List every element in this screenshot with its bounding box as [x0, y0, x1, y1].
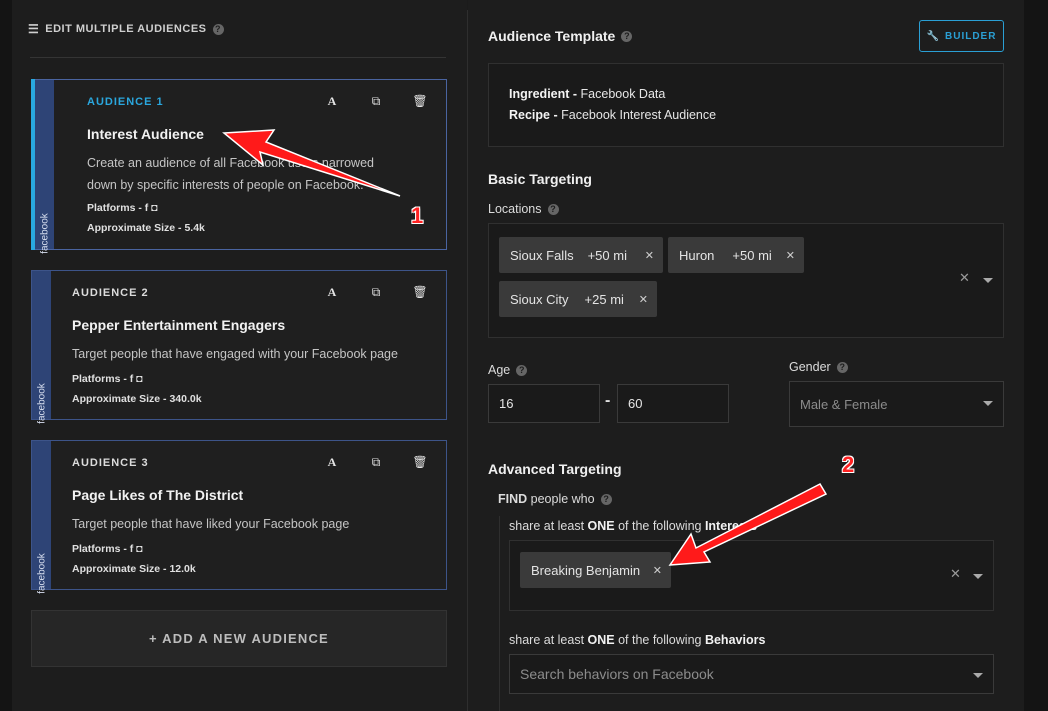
audience-platforms: Platforms - f ◘: [87, 202, 158, 214]
remove-icon[interactable]: ✕: [639, 293, 648, 306]
remove-icon[interactable]: ✕: [645, 249, 654, 262]
gender-select[interactable]: Male & Female: [789, 381, 1004, 427]
audience-number: AUDIENCE 3: [72, 457, 149, 469]
right-edge: [1024, 0, 1048, 711]
chevron-down-icon[interactable]: [983, 278, 993, 283]
copy-icon[interactable]: ⧉: [368, 285, 384, 300]
help-icon[interactable]: ?: [600, 493, 612, 505]
location-chip: Huron +50 mi ✕: [668, 237, 804, 273]
help-icon[interactable]: ?: [547, 203, 559, 215]
builder-button[interactable]: 🔧 BUILDER: [919, 20, 1004, 52]
list-icon: ☰: [28, 22, 40, 36]
template-title: Audience Template ?: [488, 28, 633, 44]
advanced-targeting-title: Advanced Targeting: [488, 461, 622, 477]
platform-strip: facebook: [35, 80, 54, 254]
audience-size: Approximate Size - 12.0k: [72, 563, 196, 575]
remove-icon[interactable]: ✕: [786, 249, 795, 262]
annotation-label-2: 2: [842, 452, 855, 477]
copy-icon[interactable]: ⧉: [368, 94, 384, 109]
rename-icon[interactable]: A: [324, 285, 340, 300]
left-header: ☰ EDIT MULTIPLE AUDIENCES ?: [28, 22, 224, 36]
platform-strip: facebook: [32, 271, 51, 424]
clear-icon[interactable]: ✕: [950, 566, 961, 582]
chevron-down-icon[interactable]: [983, 401, 993, 406]
copy-icon[interactable]: ⧉: [368, 455, 384, 470]
audience-platforms: Platforms - f ◘: [72, 373, 143, 385]
chevron-down-icon[interactable]: [973, 574, 983, 579]
audience-number: AUDIENCE 1: [87, 96, 164, 108]
trash-icon[interactable]: 🗑: [412, 94, 428, 109]
audience-description: Target people that have engaged with you…: [72, 347, 398, 361]
age-separator: -: [605, 392, 611, 409]
audience-card-2[interactable]: facebook AUDIENCE 2 Pepper Entertainment…: [31, 270, 447, 424]
ingredient-line: Ingredient - Facebook Data: [509, 87, 666, 101]
behaviors-search-input[interactable]: Search behaviors on Facebook: [509, 654, 994, 694]
audience-title: Pepper Entertainment Engagers: [72, 317, 286, 333]
interest-chip: Breaking Benjamin ✕: [520, 552, 671, 588]
age-label: Age ?: [488, 363, 528, 377]
audience-number: AUDIENCE 2: [72, 287, 149, 299]
basic-targeting-title: Basic Targeting: [488, 171, 592, 187]
rename-icon[interactable]: A: [324, 455, 340, 470]
locations-label: Locations ?: [488, 202, 559, 216]
interests-label: share at least ONE of the following Inte…: [509, 519, 758, 533]
age-max-input[interactable]: 60: [617, 384, 729, 423]
age-min-input[interactable]: 16: [488, 384, 600, 423]
nesting-line: [499, 516, 500, 711]
left-separator: [30, 57, 446, 58]
audience-title: Interest Audience: [87, 126, 204, 142]
left-header-title: EDIT MULTIPLE AUDIENCES: [45, 23, 207, 35]
location-chip: Sioux City +25 mi ✕: [499, 281, 657, 317]
audience-size: Approximate Size - 340.0k: [72, 393, 202, 405]
platform-strip: facebook: [32, 441, 51, 594]
audience-platforms: Platforms - f ◘: [72, 543, 143, 555]
audience-card-3[interactable]: facebook AUDIENCE 3 Page Likes of The Di…: [31, 440, 447, 594]
help-icon[interactable]: ?: [212, 23, 224, 35]
audience-card-1[interactable]: facebook AUDIENCE 1 Interest Audience Cr…: [31, 79, 447, 254]
trash-icon[interactable]: 🗑: [412, 285, 428, 300]
gender-label: Gender ?: [789, 360, 848, 374]
annotation-label-1: 1: [411, 203, 424, 228]
behaviors-label: share at least ONE of the following Beha…: [509, 633, 766, 647]
template-box: Ingredient - Facebook Data Recipe - Face…: [488, 63, 1004, 147]
clear-icon[interactable]: ✕: [959, 270, 970, 286]
rename-icon[interactable]: A: [324, 94, 340, 109]
remove-icon[interactable]: ✕: [653, 564, 662, 577]
trash-icon[interactable]: 🗑: [412, 455, 428, 470]
left-edge: [0, 0, 12, 711]
audience-title: Page Likes of The District: [72, 487, 244, 503]
help-icon[interactable]: ?: [621, 30, 633, 42]
chevron-down-icon[interactable]: [973, 673, 983, 678]
find-label: FIND people who ?: [498, 492, 612, 506]
recipe-line: Recipe - Facebook Interest Audience: [509, 108, 717, 122]
help-icon[interactable]: ?: [516, 364, 528, 376]
audience-description: Create an audience of all Facebook users…: [87, 156, 374, 192]
audience-size: Approximate Size - 5.4k: [87, 222, 205, 234]
location-chip: Sioux Falls +50 mi ✕: [499, 237, 663, 273]
add-audience-button[interactable]: + ADD A NEW AUDIENCE: [31, 610, 447, 667]
audience-description: Target people that have liked your Faceb…: [72, 517, 350, 531]
help-icon[interactable]: ?: [836, 361, 848, 373]
wrench-icon: 🔧: [926, 30, 940, 42]
